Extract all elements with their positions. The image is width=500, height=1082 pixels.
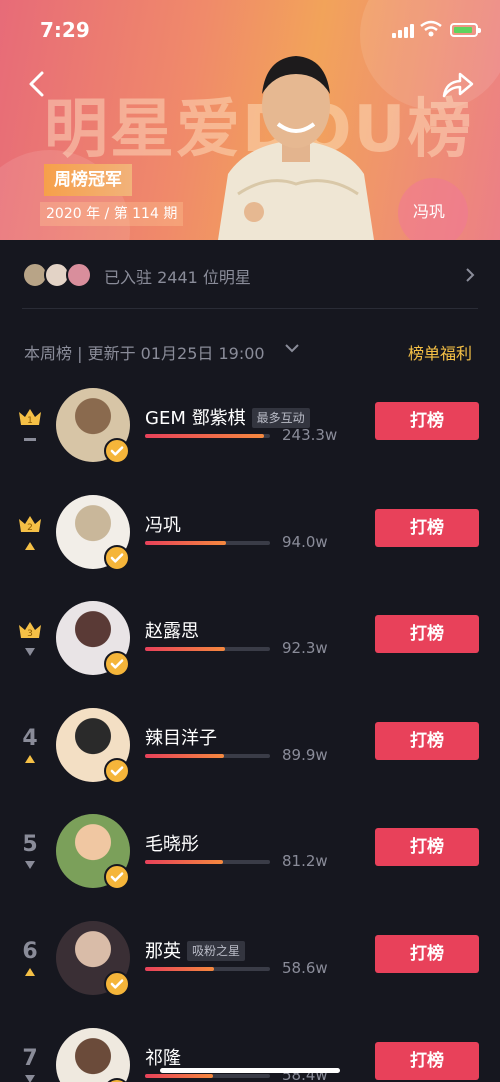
crown-icon: 1 [19,409,41,426]
heat-progress-fill [145,754,224,758]
resident-avatar [66,262,92,288]
heat-score: 81.2w [282,852,328,870]
ranking-row[interactable]: 6 那英 吸粉之星 58.6w 打榜 [0,921,500,1027]
heat-progress-bar [145,541,270,545]
vote-button[interactable]: 打榜 [375,509,479,547]
heat-progress-fill [145,860,223,864]
rank-number: 5 [22,832,38,857]
star-name-line: 辣目洋子 [145,724,217,750]
heat-progress-bar [145,1074,270,1078]
verified-icon [104,758,130,784]
heat-score: 94.0w [282,533,328,551]
share-icon[interactable] [440,70,476,100]
ranking-row[interactable]: 2 冯巩 94.0w 打榜 [0,495,500,601]
vote-button[interactable]: 打榜 [375,935,479,973]
star-name: 祁隆 [145,1048,181,1069]
vote-button[interactable]: 打榜 [375,615,479,653]
verified-icon [104,545,130,571]
ranking-row[interactable]: 5 毛晓彤 81.2w 打榜 [0,814,500,920]
trend-same-icon [24,438,36,441]
star-name-line: 赵露思 [145,617,199,643]
heat-score: 58.6w [282,959,328,977]
ranking-row[interactable]: 4 辣目洋子 89.9w 打榜 [0,708,500,814]
divider [22,308,478,309]
clock: 7:29 [40,18,90,42]
crown-icon: 3 [19,622,41,639]
heat-progress-bar [145,754,270,758]
battery-icon [450,23,481,37]
crown-icon: 2 [19,516,41,533]
verified-icon [104,438,130,464]
trend-up-icon [25,755,35,763]
star-name-line: 冯巩 [145,511,181,537]
star-name: 辣目洋子 [145,728,217,749]
verified-icon [104,864,130,890]
wifi-icon [420,20,442,37]
rank-number: 6 [22,939,38,964]
star-name-line: 祁隆 [145,1044,181,1070]
star-name: 冯巩 [145,515,181,536]
home-indicator [160,1068,340,1073]
trend-down-icon [25,648,35,656]
week-update-label[interactable]: 本周榜 | 更新于 01月25日 19:00 [24,340,265,364]
status-bar: 7:29 [0,0,500,60]
star-name-line: 毛晓彤 [145,830,199,856]
verified-icon [104,971,130,997]
heat-progress-fill [145,967,214,971]
vote-button[interactable]: 打榜 [375,402,479,440]
rank-number: 3 [27,629,33,639]
residents-count: 已入驻 2441 位明星 [104,268,251,287]
verified-icon [104,651,130,677]
rank-number: 4 [22,726,38,751]
star-name: 那英 [145,941,181,962]
heat-progress-bar [145,860,270,864]
rank-number: 2 [27,523,33,533]
star-tag: 最多互动 [251,408,310,428]
ranking-row[interactable]: 1 GEM 鄧紫棋 最多互动 243.3w 打榜 [0,388,500,494]
champion-portrait [218,56,374,240]
ranking-row[interactable]: 3 赵露思 92.3w 打榜 [0,601,500,707]
heat-score: 243.3w [282,426,338,444]
star-avatar[interactable] [56,1028,130,1082]
chevron-down-icon[interactable] [284,340,300,356]
heat-progress-fill [145,647,225,651]
ranking-row[interactable]: 7 祁隆 58.4w 打榜 [0,1028,500,1082]
vote-button[interactable]: 打榜 [375,828,479,866]
header-banner: 明星爱DOU榜 周榜冠军 2020 年 / 第 114 期 冯巩 7:29 [0,0,500,240]
signal-icon [392,24,414,38]
weekly-champion-badge: 周榜冠军 [44,164,132,196]
trend-down-icon [25,861,35,869]
vote-button[interactable]: 打榜 [375,1042,479,1080]
star-name: 毛晓彤 [145,834,199,855]
heat-score: 89.9w [282,746,328,764]
trend-up-icon [25,968,35,976]
back-icon[interactable] [24,70,52,98]
heat-progress-bar [145,434,270,438]
heat-progress-fill [145,434,264,438]
chevron-right-icon [466,268,475,282]
heat-progress-bar [145,967,270,971]
heat-progress-fill [145,1074,213,1078]
rank-number: 1 [27,416,33,426]
heat-score: 92.3w [282,639,328,657]
star-name: 赵露思 [145,621,199,642]
champion-name: 冯巩 [413,202,446,221]
vote-button[interactable]: 打榜 [375,722,479,760]
trend-up-icon [25,542,35,550]
residents-row[interactable]: 已入驻 2441 位明星 [0,240,500,308]
period-label: 2020 年 / 第 114 期 [40,202,184,226]
rank-number: 7 [22,1046,38,1071]
list-welfare-link[interactable]: 榜单福利 [408,340,472,364]
heat-progress-bar [145,647,270,651]
heat-progress-fill [145,541,227,545]
star-tag: 吸粉之星 [187,941,246,961]
trend-down-icon [25,1075,35,1082]
star-name: GEM 鄧紫棋 [145,408,246,429]
star-name-line: 那英 吸粉之星 [145,937,246,963]
